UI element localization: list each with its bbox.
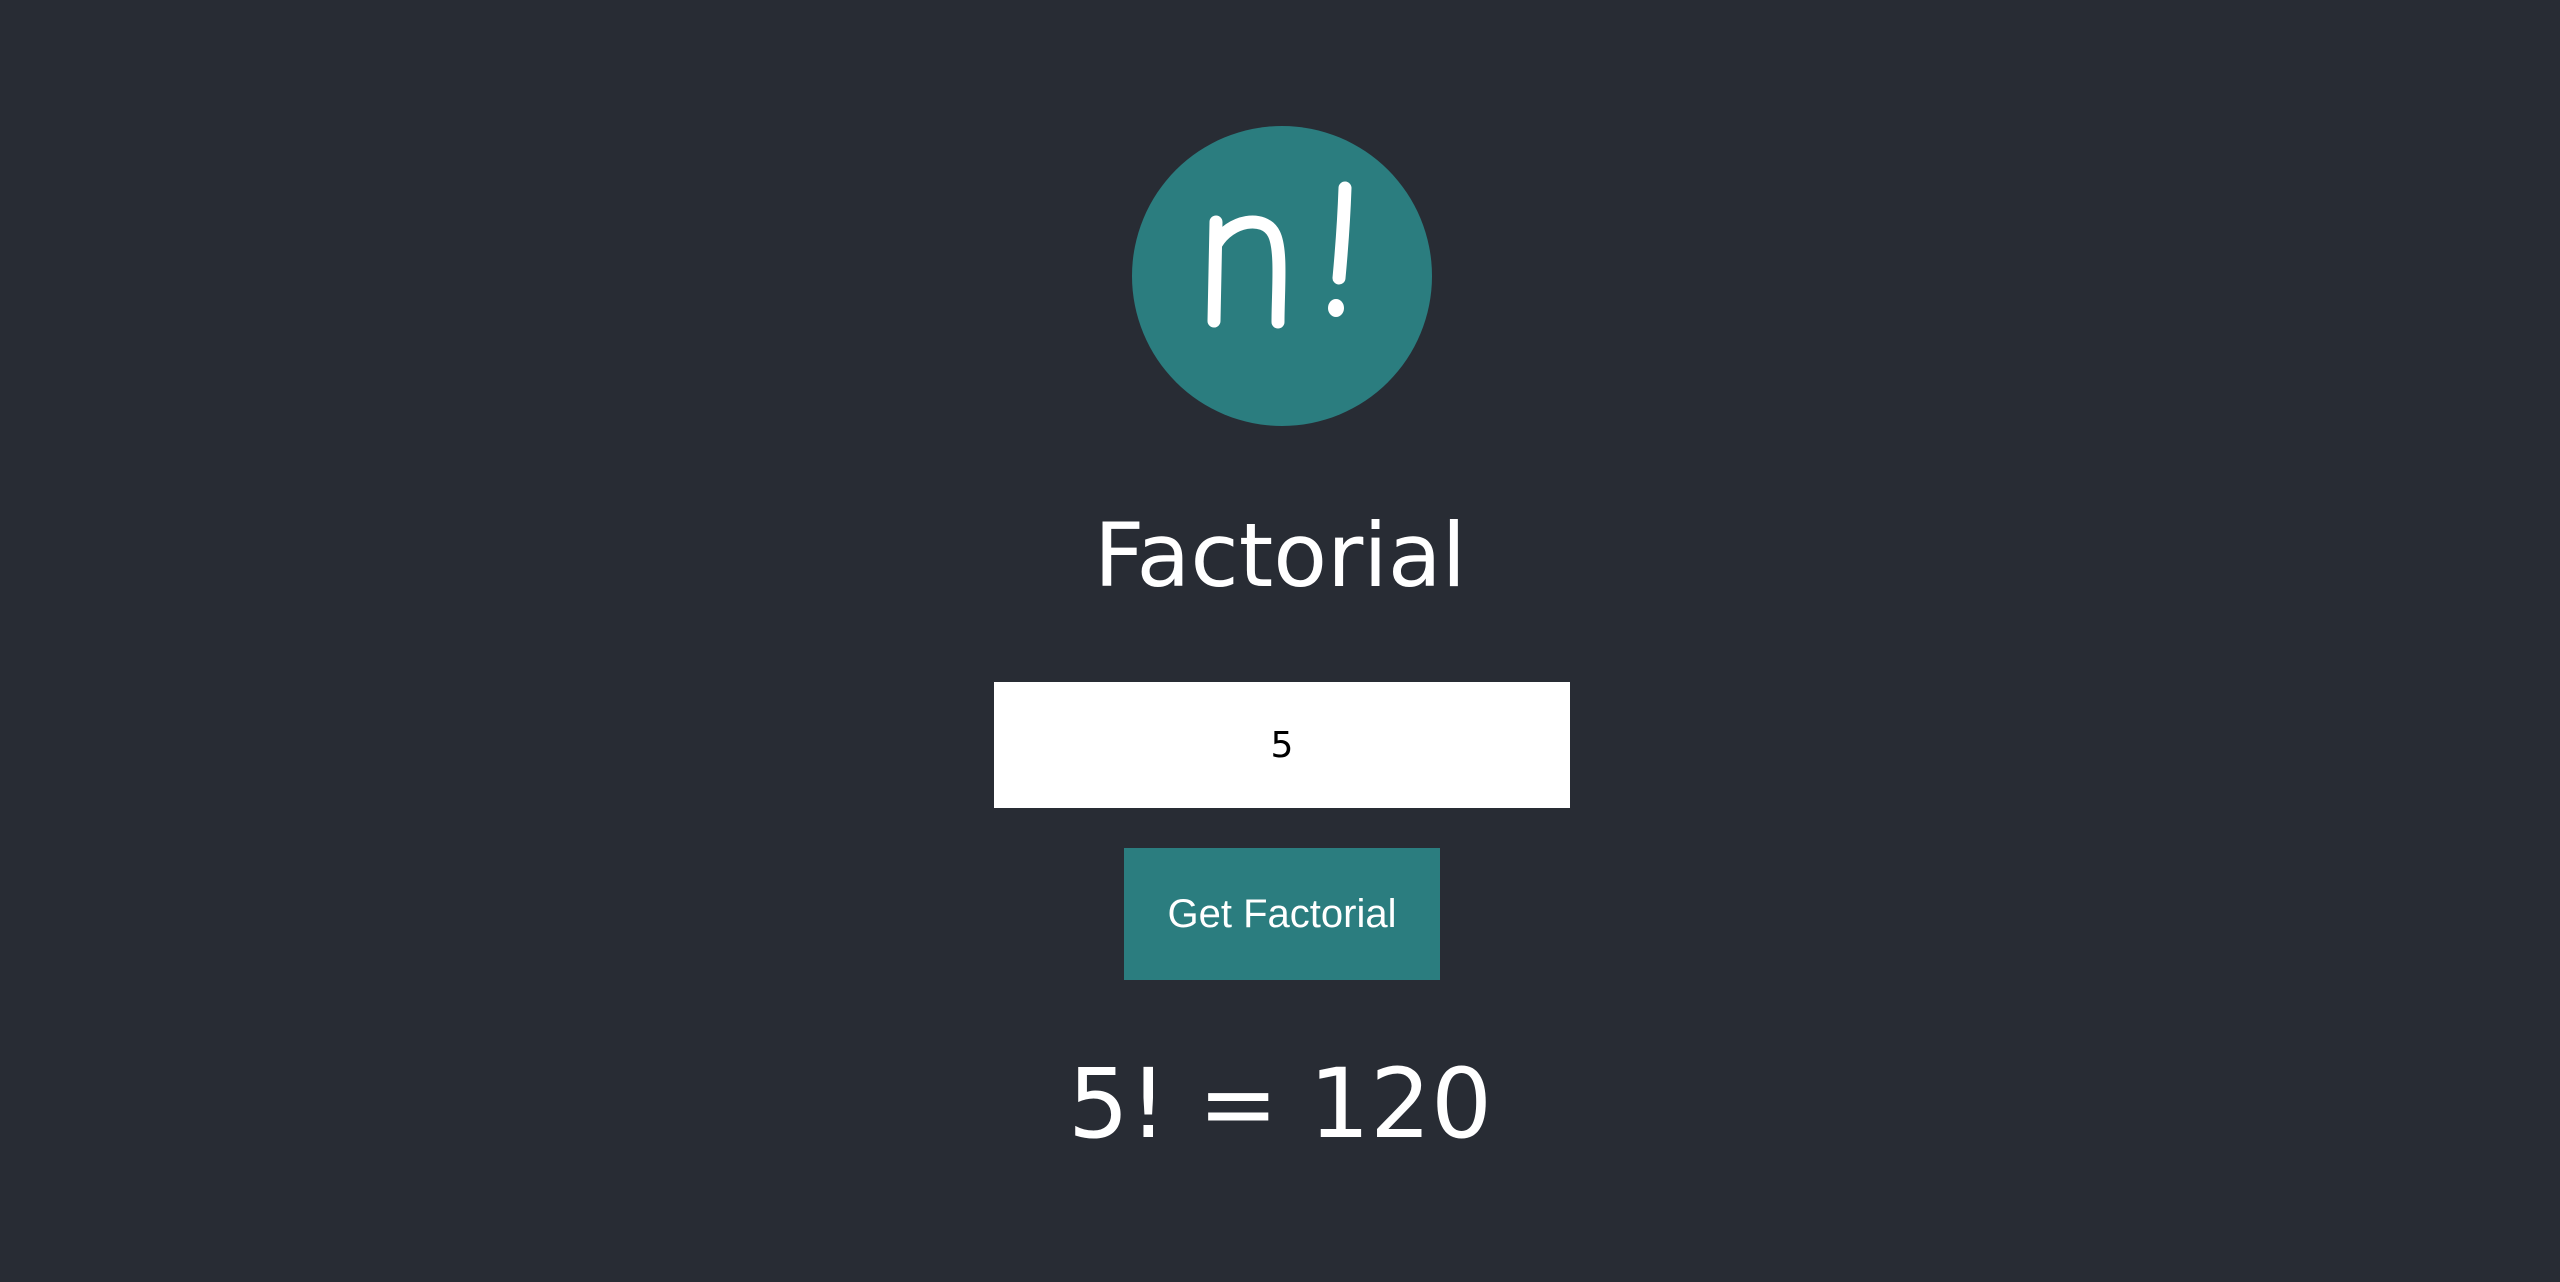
number-input[interactable] [994,682,1570,808]
svg-text:n!: n! [1282,415,1284,417]
factorial-logo-icon: n! [1132,126,1432,426]
factorial-result: 5! = 120 [1067,1048,1493,1160]
page-title: Factorial [1093,504,1467,607]
get-factorial-button[interactable]: Get Factorial [1124,848,1440,980]
factorial-app: n! Factorial Get Factorial 5! = 120 [0,0,2560,1282]
